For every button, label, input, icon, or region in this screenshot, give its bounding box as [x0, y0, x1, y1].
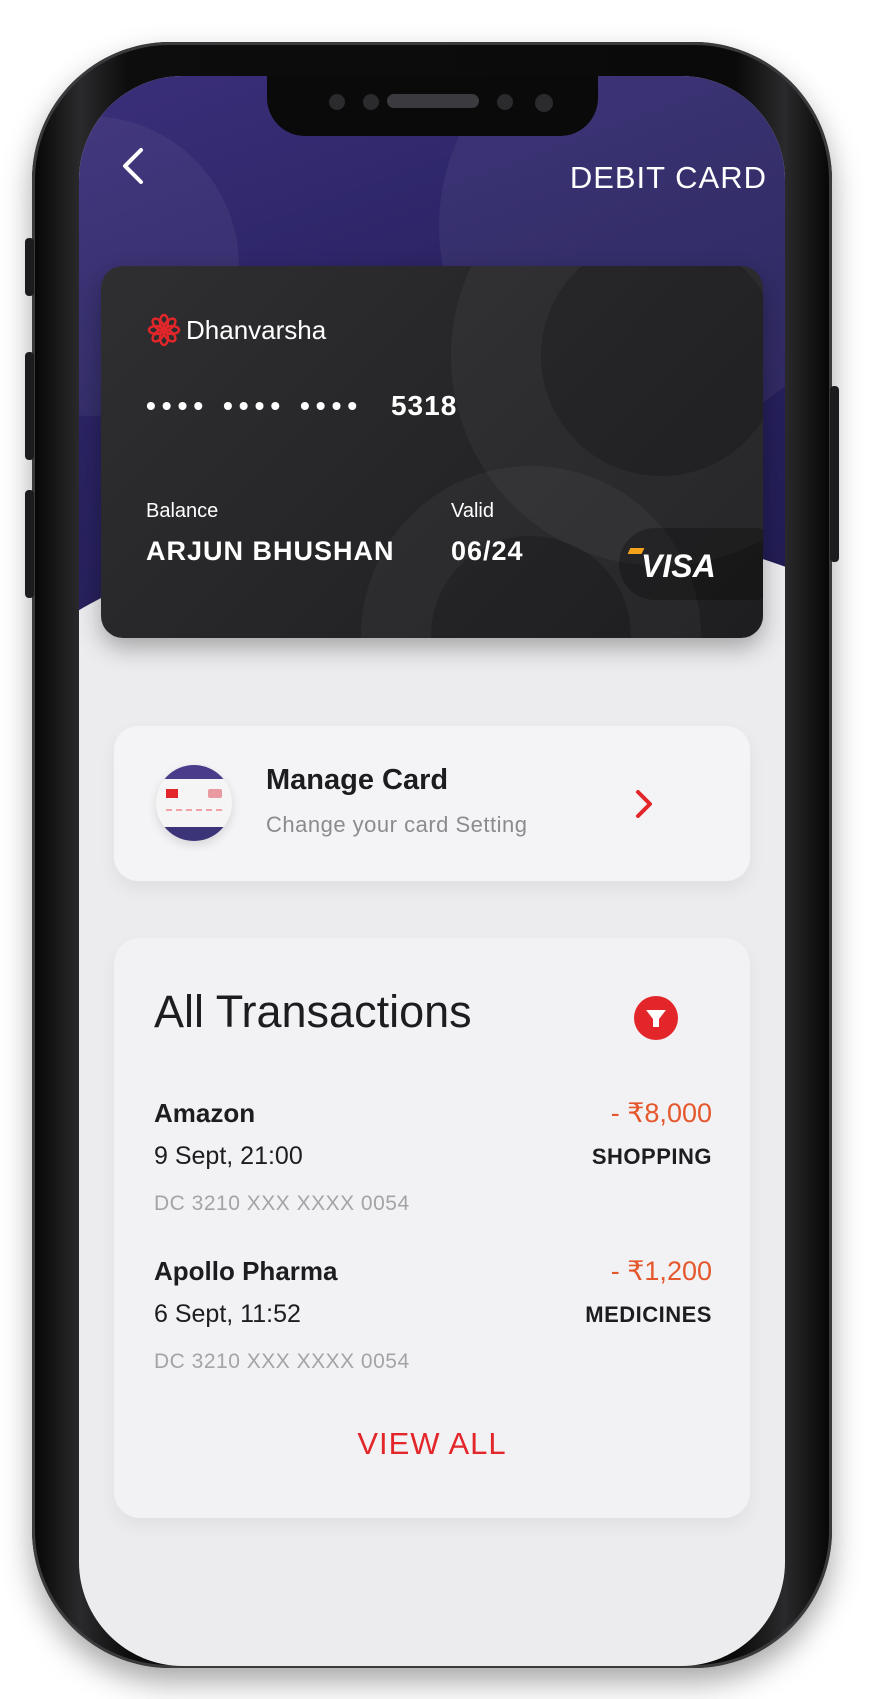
- front-camera: [497, 94, 513, 110]
- transaction-category: SHOPPING: [591, 1144, 712, 1169]
- card-last-four: 5318: [390, 390, 458, 421]
- back-button[interactable]: [115, 146, 155, 186]
- transaction-row[interactable]: Amazon - ₹8,000 9 Sept, 21:00 SHOPPING D…: [114, 1098, 750, 1238]
- chevron-right-icon: [636, 790, 652, 818]
- card-illustration: [156, 765, 232, 841]
- transaction-category: MEDICINES: [585, 1302, 712, 1327]
- chevron-left-icon: [123, 148, 143, 184]
- manage-card-button[interactable]: Manage Card Change your card Setting: [114, 726, 750, 881]
- page-title: DEBIT CARD: [569, 160, 767, 195]
- app-screen: DEBIT CARD Dhanvarsha •••• •••• •••• 531…: [79, 76, 785, 1666]
- transactions-title: All Transactions: [154, 986, 472, 1037]
- transaction-merchant: Apollo Pharma: [154, 1256, 338, 1286]
- filter-icon: [646, 1010, 666, 1027]
- transaction-date: 9 Sept, 21:00: [154, 1142, 303, 1170]
- transactions-panel: All Transactions Amazon - ₹8,000 9 Sept,…: [114, 938, 750, 1518]
- masked-digits: •••• •••• ••••: [146, 390, 364, 421]
- speaker-grille: [387, 94, 479, 108]
- manage-card-title: Manage Card: [266, 764, 449, 796]
- volume-down-button: [25, 490, 34, 598]
- flower-logo-icon: [147, 313, 181, 347]
- card-holder-name: ARJUN BHUSHAN: [146, 536, 395, 566]
- credit-card-icon: [156, 765, 232, 841]
- visa-logo: VISA: [641, 548, 716, 584]
- sensor-dot: [363, 94, 379, 110]
- debit-card[interactable]: Dhanvarsha •••• •••• •••• 5318 Balance A…: [101, 266, 763, 638]
- card-number: •••• •••• •••• 5318: [146, 390, 457, 422]
- transaction-amount: - ₹8,000: [610, 1098, 712, 1128]
- transaction-date: 6 Sept, 11:52: [154, 1300, 301, 1328]
- transaction-card-number: DC 3210 XXX XXXX 0054: [154, 1350, 410, 1373]
- camera-dot: [329, 94, 345, 110]
- mute-switch: [25, 238, 34, 296]
- transaction-card-number: DC 3210 XXX XXXX 0054: [154, 1192, 410, 1215]
- notch: [267, 76, 598, 136]
- valid-thru: 06/24: [451, 536, 524, 566]
- manage-card-subtitle: Change your card Setting: [266, 812, 528, 837]
- valid-label: Valid: [451, 500, 494, 522]
- bank-name: Dhanvarsha: [186, 314, 327, 345]
- view-all-link[interactable]: VIEW ALL: [114, 1426, 750, 1462]
- bank-logo: Dhanvarsha: [146, 312, 326, 348]
- transaction-merchant: Amazon: [154, 1098, 256, 1128]
- filter-button[interactable]: [634, 996, 678, 1040]
- power-button: [830, 386, 839, 562]
- proximity-sensor: [535, 94, 553, 112]
- balance-label: Balance: [146, 500, 219, 522]
- transaction-row[interactable]: Apollo Pharma - ₹1,200 6 Sept, 11:52 MED…: [114, 1256, 750, 1396]
- volume-up-button: [25, 352, 34, 460]
- transaction-amount: - ₹1,200: [610, 1256, 712, 1286]
